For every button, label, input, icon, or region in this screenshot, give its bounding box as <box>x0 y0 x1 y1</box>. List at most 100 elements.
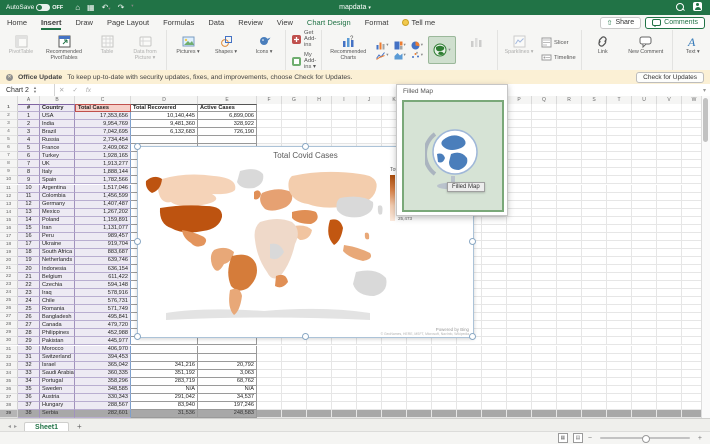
empty-cell[interactable] <box>307 337 332 345</box>
empty-cell[interactable] <box>557 313 582 321</box>
empty-cell[interactable] <box>657 112 682 120</box>
empty-cell[interactable] <box>557 394 582 402</box>
column-header-G[interactable]: G <box>282 96 307 104</box>
empty-cell[interactable] <box>632 394 657 402</box>
vertical-scrollbar[interactable] <box>701 96 710 418</box>
empty-cell[interactable] <box>382 378 407 386</box>
empty-cell[interactable] <box>532 225 557 233</box>
cell-index[interactable]: 25 <box>18 305 40 313</box>
cell-active-cases[interactable]: Active Cases <box>198 104 257 112</box>
empty-cell[interactable] <box>582 378 607 386</box>
empty-cell[interactable] <box>482 233 507 241</box>
empty-cell[interactable] <box>307 346 332 354</box>
empty-cell[interactable] <box>557 370 582 378</box>
cell-index[interactable]: 34 <box>18 378 40 386</box>
filled-map-option[interactable] <box>402 100 504 212</box>
tab-tell-me[interactable]: Tell me <box>395 15 442 30</box>
empty-cell[interactable] <box>532 136 557 144</box>
empty-cell[interactable] <box>507 321 532 329</box>
empty-cell[interactable] <box>557 354 582 362</box>
empty-cell[interactable] <box>607 378 632 386</box>
empty-cell[interactable] <box>407 386 432 394</box>
cell-total-cases[interactable]: 919,704 <box>75 241 131 249</box>
cell-index[interactable]: 22 <box>18 281 40 289</box>
cell-active-cases[interactable]: 726,190 <box>198 128 257 136</box>
empty-cell[interactable] <box>557 193 582 201</box>
empty-cell[interactable] <box>632 329 657 337</box>
empty-cell[interactable] <box>657 378 682 386</box>
empty-cell[interactable] <box>307 112 332 120</box>
empty-cell[interactable] <box>632 112 657 120</box>
empty-cell[interactable] <box>657 281 682 289</box>
link-button[interactable]: Link <box>585 32 621 69</box>
empty-cell[interactable] <box>507 209 532 217</box>
empty-cell[interactable] <box>582 136 607 144</box>
empty-cell[interactable] <box>457 354 482 362</box>
empty-cell[interactable] <box>532 378 557 386</box>
column-header-P[interactable]: P <box>507 96 532 104</box>
empty-cell[interactable] <box>257 362 282 370</box>
empty-cell[interactable] <box>532 241 557 249</box>
empty-cell[interactable] <box>632 176 657 184</box>
cell-total-recovered[interactable]: 341,216 <box>131 362 198 370</box>
empty-cell[interactable] <box>607 402 632 410</box>
row-header-7[interactable]: 7 <box>0 152 18 160</box>
empty-cell[interactable] <box>482 354 507 362</box>
tab-view[interactable]: View <box>270 15 300 30</box>
check-for-updates-button[interactable]: Check for Updates <box>636 72 704 83</box>
line-chart-button[interactable]: ▾ <box>375 51 389 60</box>
empty-cell[interactable] <box>482 362 507 370</box>
tab-draw[interactable]: Draw <box>68 15 100 30</box>
cell-index[interactable]: 7 <box>18 160 40 168</box>
empty-cell[interactable] <box>357 120 382 128</box>
row-header-17[interactable]: 17 <box>0 233 18 241</box>
empty-cell[interactable] <box>532 160 557 168</box>
cell-total-recovered[interactable]: 9,481,360 <box>131 120 198 128</box>
empty-cell[interactable] <box>532 362 557 370</box>
empty-cell[interactable] <box>582 257 607 265</box>
empty-cell[interactable] <box>332 346 357 354</box>
empty-cell[interactable] <box>507 168 532 176</box>
column-header-D[interactable]: D <box>131 96 198 104</box>
empty-cell[interactable] <box>632 386 657 394</box>
empty-cell[interactable] <box>557 289 582 297</box>
empty-cell[interactable] <box>557 176 582 184</box>
empty-cell[interactable] <box>657 168 682 176</box>
cell-index[interactable]: 21 <box>18 273 40 281</box>
empty-cell[interactable] <box>432 337 457 345</box>
row-header-9[interactable]: 9 <box>0 168 18 176</box>
empty-cell[interactable] <box>607 313 632 321</box>
tab-home[interactable]: Home <box>0 15 34 30</box>
cell-active-cases[interactable]: N/A <box>198 386 257 394</box>
function-icon[interactable]: fx <box>86 87 91 94</box>
empty-cell[interactable] <box>607 112 632 120</box>
cell-total-cases[interactable]: 348,585 <box>75 386 131 394</box>
empty-cell[interactable] <box>282 378 307 386</box>
empty-cell[interactable] <box>532 402 557 410</box>
empty-cell[interactable] <box>657 217 682 225</box>
empty-cell[interactable] <box>607 265 632 273</box>
cell-country[interactable]: Canada <box>40 321 75 329</box>
empty-cell[interactable] <box>532 257 557 265</box>
empty-cell[interactable] <box>557 257 582 265</box>
cell-country[interactable]: Colombia <box>40 193 75 201</box>
cell-index[interactable]: 19 <box>18 257 40 265</box>
empty-cell[interactable] <box>532 128 557 136</box>
row-header-22[interactable]: 22 <box>0 273 18 281</box>
empty-cell[interactable] <box>582 354 607 362</box>
cell-total-recovered[interactable]: N/A <box>131 386 198 394</box>
row-header-16[interactable]: 16 <box>0 225 18 233</box>
empty-cell[interactable] <box>657 386 682 394</box>
cell-index[interactable]: 31 <box>18 354 40 362</box>
cell-index[interactable]: 12 <box>18 201 40 209</box>
cell-country[interactable]: Spain <box>40 176 75 184</box>
empty-cell[interactable] <box>357 370 382 378</box>
empty-cell[interactable] <box>357 337 382 345</box>
cell-total-cases[interactable]: 330,343 <box>75 394 131 402</box>
cell-total-recovered[interactable]: 6,132,683 <box>131 128 198 136</box>
zoom-slider[interactable] <box>600 437 690 439</box>
empty-cell[interactable] <box>282 112 307 120</box>
cell-index[interactable]: 4 <box>18 136 40 144</box>
cell-country[interactable]: Czechia <box>40 281 75 289</box>
empty-cell[interactable] <box>482 273 507 281</box>
